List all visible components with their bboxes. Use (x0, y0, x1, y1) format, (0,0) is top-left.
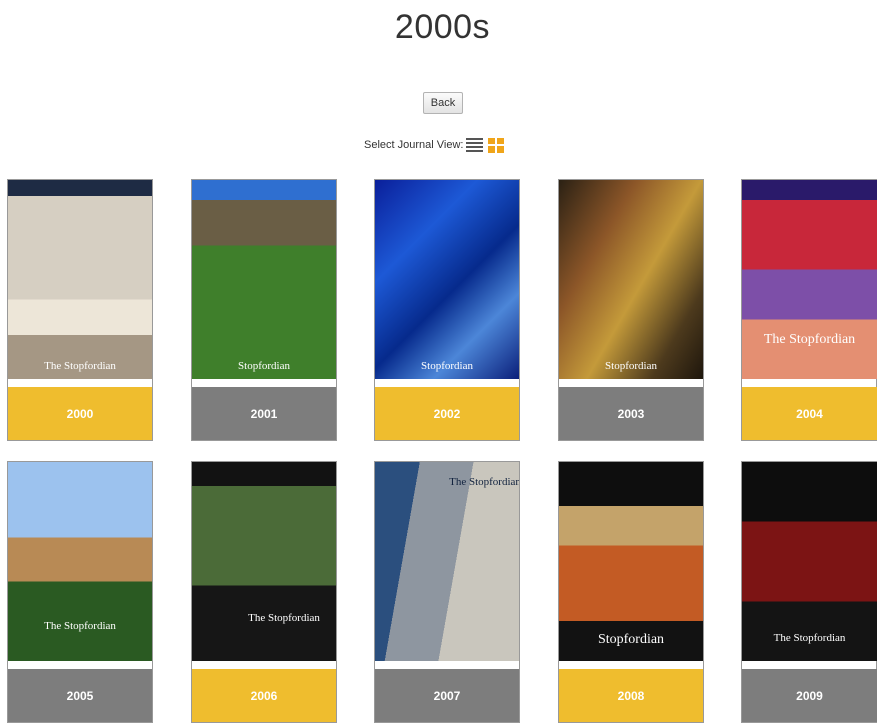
cover-title: The Stopfordian (773, 632, 846, 644)
journal-cover-image: The Stopfordian (8, 180, 152, 379)
journal-card-2005[interactable]: The Stopfordian 2005 (7, 461, 153, 723)
journal-cover-image: The Stopfordian (375, 462, 519, 661)
journal-card-2006[interactable]: The Stopfordian 2006 (191, 461, 337, 723)
back-button[interactable]: Back (423, 92, 463, 114)
journal-cover-image: Stopfordian (559, 180, 703, 379)
page-title: 2000s (394, 8, 491, 46)
journal-card-2001[interactable]: Stopfordian 2001 (191, 179, 337, 441)
cover-title: Stopfordian (421, 360, 473, 372)
year-label: 2003 (559, 387, 703, 440)
year-label: 2000 (8, 387, 152, 440)
journal-card-2008[interactable]: Stopfordian 2008 (558, 461, 704, 723)
grid-view-icon[interactable] (488, 137, 505, 153)
journal-cover-image: The Stopfordian (742, 462, 877, 661)
journal-card-2000[interactable]: The Stopfordian 2000 (7, 179, 153, 441)
journal-cover-image: The Stopfordian (742, 180, 877, 379)
journal-card-2003[interactable]: Stopfordian 2003 (558, 179, 704, 441)
cover-title: Stopfordian (238, 360, 290, 372)
journal-cover-image: The Stopfordian (8, 462, 152, 661)
cover-title: Stopfordian (605, 360, 657, 372)
year-label: 2001 (192, 387, 336, 440)
journal-card-2009[interactable]: The Stopfordian 2009 (741, 461, 877, 723)
journal-card-2002[interactable]: Stopfordian 2002 (374, 179, 520, 441)
journal-cover-image: Stopfordian (559, 462, 703, 661)
year-label: 2007 (375, 669, 519, 722)
year-label: 2006 (192, 669, 336, 722)
year-label: 2008 (559, 669, 703, 722)
journal-view-selector: Select Journal View: (364, 137, 505, 153)
year-label: 2009 (742, 669, 877, 722)
journal-card-2004[interactable]: The Stopfordian 2004 (741, 179, 877, 441)
year-label: 2004 (742, 387, 877, 440)
list-view-icon[interactable] (466, 138, 484, 152)
year-label: 2002 (375, 387, 519, 440)
journal-cover-image: The Stopfordian (192, 462, 336, 661)
cover-title: The Stopfordian (763, 332, 856, 347)
cover-title: The Stopfordian (44, 360, 116, 372)
cover-title: The Stopfordian (44, 620, 116, 632)
journal-cover-image: Stopfordian (192, 180, 336, 379)
view-selector-label: Select Journal View: (364, 139, 464, 151)
journal-card-2007[interactable]: The Stopfordian 2007 (374, 461, 520, 723)
journal-cover-image: Stopfordian (375, 180, 519, 379)
cover-title: The Stopfordian (248, 612, 320, 624)
year-label: 2005 (8, 669, 152, 722)
cover-title: The Stopfordian (449, 476, 519, 488)
cover-title: Stopfordian (597, 632, 665, 647)
